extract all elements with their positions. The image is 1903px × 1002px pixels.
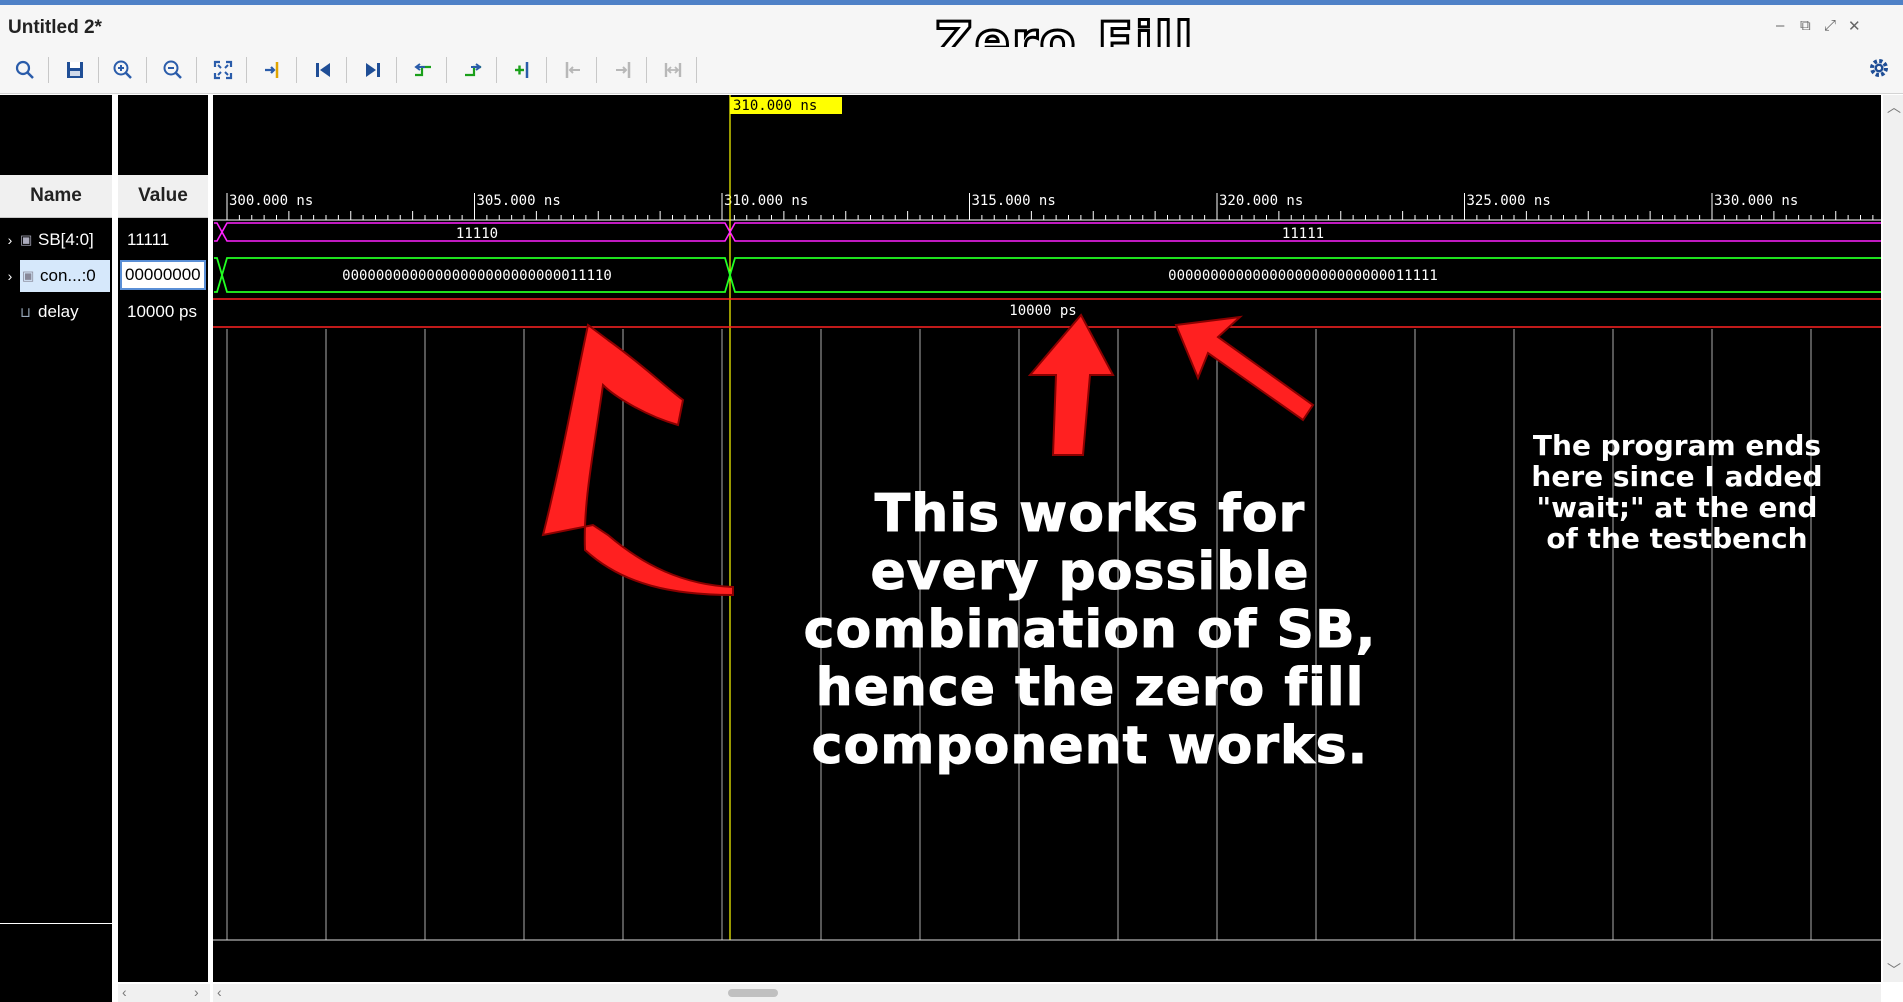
bus-icon: ▣: [20, 232, 33, 247]
next-transition-icon[interactable]: [458, 56, 488, 84]
time-label: 315.000 ns: [972, 193, 1056, 209]
time-label: 320.000 ns: [1219, 193, 1303, 209]
annotation-line: The program ends: [1532, 429, 1822, 462]
search-icon[interactable]: [10, 56, 40, 84]
value-horizontal-scrollbar[interactable]: ‹ ›: [118, 984, 210, 1002]
previous-marker-icon[interactable]: [558, 56, 588, 84]
zoom-out-icon[interactable]: [158, 56, 188, 84]
constant-icon: ⊔: [20, 303, 31, 320]
vertical-scrollbar[interactable]: ︿ ﹀: [1883, 95, 1903, 982]
delay-value: 10000 ps: [1009, 303, 1076, 319]
annotation-line: "wait;" at the end: [1536, 491, 1818, 524]
add-marker-icon[interactable]: [508, 56, 538, 84]
time-label: 310.000 ns: [724, 193, 808, 209]
zoom-in-icon[interactable]: [108, 56, 138, 84]
annotation-side: The program ends here since I added "wai…: [1502, 430, 1852, 554]
previous-transition-icon[interactable]: [408, 56, 438, 84]
bus-icon: ▣: [22, 268, 35, 283]
signal-row-sb[interactable]: › ▣ SB[4:0]: [0, 223, 112, 257]
con-value-after: 00000000000000000000000000011111: [1168, 268, 1438, 284]
waveform-con[interactable]: 00000000000000000000000000011110 0000000…: [214, 257, 1881, 293]
signal-name: con...:0: [40, 266, 96, 285]
next-marker-icon[interactable]: [608, 56, 638, 84]
expand-icon[interactable]: ›: [0, 232, 20, 248]
annotation-line: combination of SB,: [803, 600, 1377, 660]
swap-cursors-icon[interactable]: [658, 56, 688, 84]
settings-icon[interactable]: [1867, 56, 1891, 85]
annotation-line: hence the zero fill: [815, 658, 1365, 718]
signal-value: 11111: [127, 230, 170, 249]
signal-name: SB[4:0]: [38, 230, 94, 249]
signal-value-selected[interactable]: 00000000: [120, 260, 206, 290]
toolbar: [0, 47, 1903, 94]
objects-panel: Name Value › ▣ SB[4:0] 11111 › ▣ con...:…: [0, 95, 210, 1002]
waveform-sb[interactable]: 11110 11111: [214, 222, 1881, 242]
con-value-before: 00000000000000000000000000011110: [342, 268, 612, 284]
minimize-icon[interactable]: –: [1776, 17, 1784, 34]
zoom-fit-icon[interactable]: [208, 56, 238, 84]
annotation-arrow-right: [1174, 315, 1315, 422]
signal-row-con[interactable]: › ▣ con...:0: [0, 259, 112, 293]
go-to-end-icon[interactable]: [358, 56, 388, 84]
window-title: Untitled 2*: [8, 17, 102, 38]
scroll-left-icon[interactable]: ‹: [122, 984, 127, 1000]
time-label: 305.000 ns: [477, 193, 561, 209]
annotation-line: here since I added: [1531, 460, 1823, 493]
maximize-icon[interactable]: ⤢: [1824, 17, 1836, 34]
annotation-arrow-middle: [1027, 313, 1115, 456]
time-label: 330.000 ns: [1714, 193, 1798, 209]
annotation-line: This works for: [874, 484, 1306, 544]
scroll-down-icon[interactable]: ﹀: [1887, 960, 1901, 980]
scroll-left-icon[interactable]: ‹: [217, 984, 222, 1000]
annotation-line: component works.: [811, 716, 1369, 776]
time-label: 300.000 ns: [229, 193, 313, 209]
annotation-line: every possible: [870, 542, 1310, 602]
cursor-label: 310.000 ns: [733, 98, 817, 114]
signal-value: 10000 ps: [127, 302, 197, 321]
restore-icon[interactable]: ⧉: [1800, 17, 1811, 34]
go-to-start-icon[interactable]: [308, 56, 338, 84]
expand-icon[interactable]: ›: [0, 268, 20, 284]
sb-value-before: 11110: [456, 226, 498, 242]
time-label: 325.000 ns: [1467, 193, 1551, 209]
signal-row-delay[interactable]: ⊔ delay: [0, 295, 112, 329]
close-icon[interactable]: ✕: [1848, 17, 1861, 35]
annotation-arrow-left: [541, 323, 734, 597]
waveform-delay[interactable]: 10000 ps: [213, 298, 1881, 328]
scroll-up-icon[interactable]: ︿: [1887, 97, 1901, 117]
save-icon[interactable]: [60, 56, 90, 84]
divider: [0, 923, 112, 924]
scroll-thumb[interactable]: [728, 989, 778, 997]
scroll-right-icon[interactable]: ›: [194, 984, 199, 1000]
go-to-cursor-icon[interactable]: [258, 56, 288, 84]
signal-name-selected[interactable]: ▣ con...:0: [20, 260, 110, 292]
value-header[interactable]: Value: [118, 175, 208, 218]
signal-name: delay: [38, 302, 79, 321]
sb-value-after: 11111: [1282, 226, 1324, 242]
name-header[interactable]: Name: [0, 175, 112, 218]
annotation-line: of the testbench: [1546, 522, 1808, 555]
annotation-main: This works for every possible combinatio…: [780, 484, 1400, 776]
horizontal-scrollbar[interactable]: ‹: [213, 984, 1881, 1002]
